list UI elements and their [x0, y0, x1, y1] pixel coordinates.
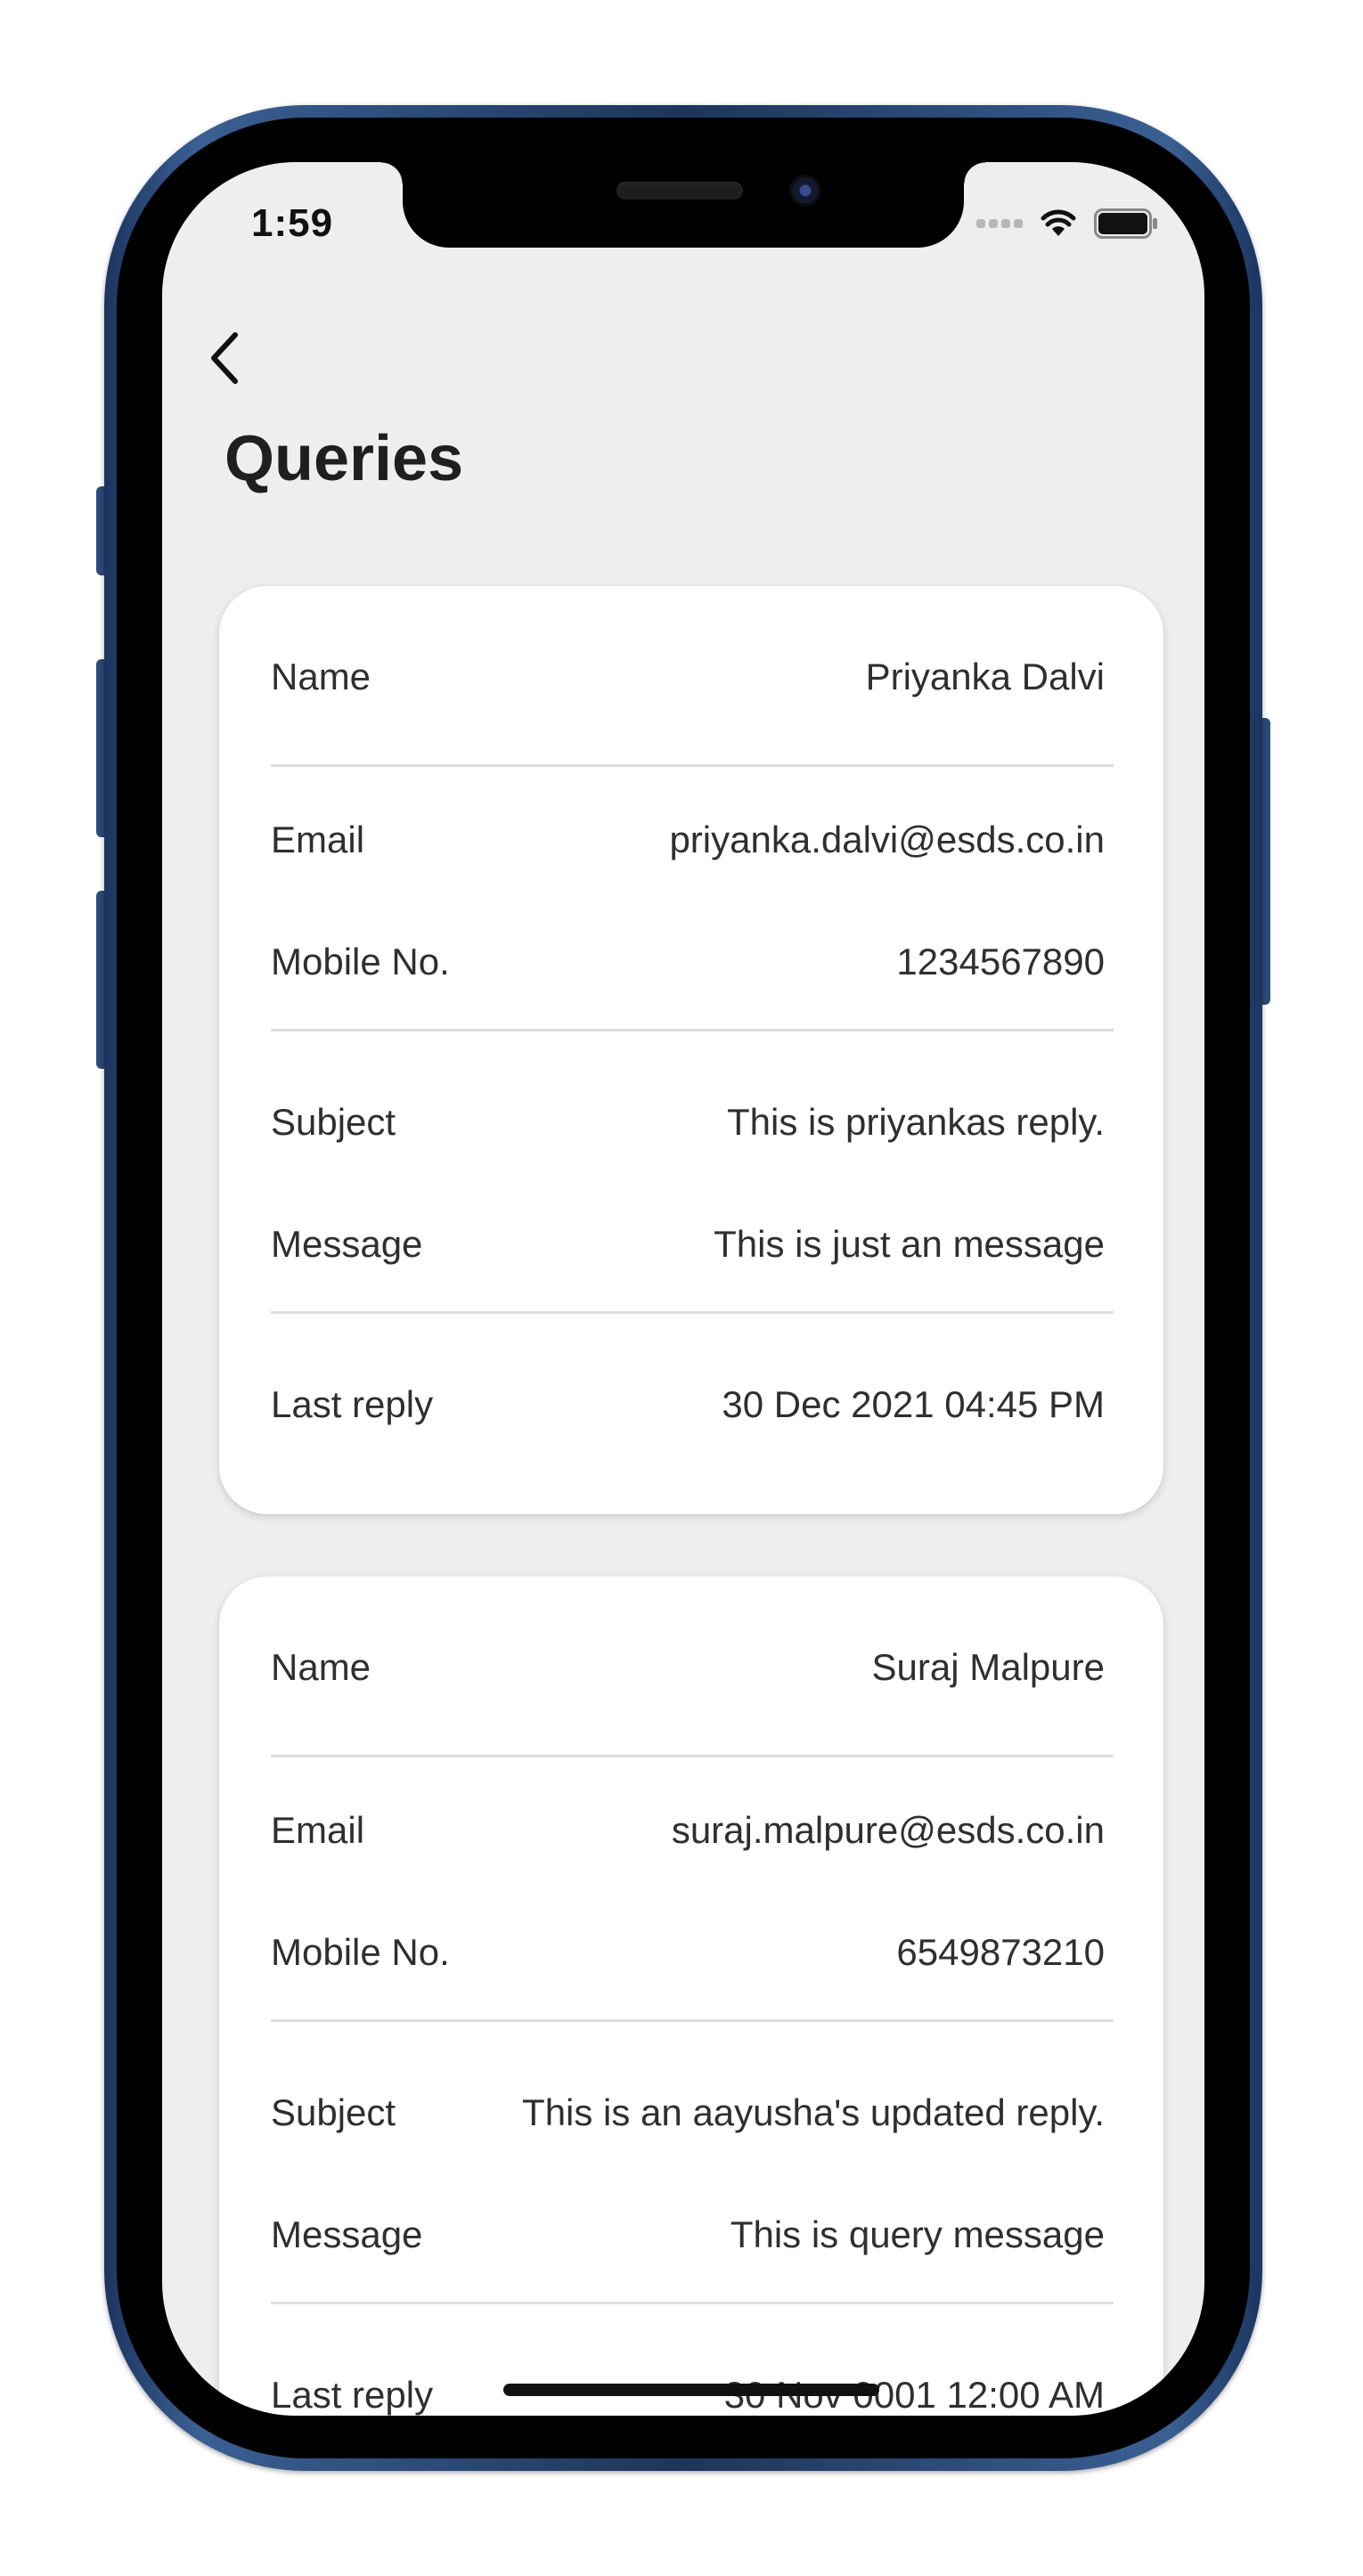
- name-value: Priyanka Dalvi: [865, 656, 1105, 697]
- name-label: Name: [271, 656, 371, 697]
- message-label: Message: [271, 1223, 423, 1265]
- name-label: Name: [271, 1646, 371, 1688]
- divider: [271, 2019, 1114, 2022]
- last-reply-value: 30 Dec 2021 04:45 PM: [722, 1383, 1105, 1425]
- wifi-icon: [1041, 209, 1076, 236]
- home-indicator[interactable]: [503, 2384, 879, 2396]
- front-camera: [789, 175, 821, 207]
- email-value: priyanka.dalvi@esds.co.in: [669, 819, 1105, 860]
- name-row: Name Suraj Malpure: [271, 1641, 1105, 1694]
- device-mockup: 1:59 Queries Name Priyanka Dalvi Email p…: [0, 0, 1363, 2576]
- notch: [381, 162, 985, 248]
- query-card[interactable]: Name Priyanka Dalvi Email priyanka.dalvi…: [219, 586, 1163, 1514]
- last-reply-label: Last reply: [271, 2374, 434, 2416]
- message-row: Message This is just an message: [271, 1218, 1105, 1271]
- last-reply-row: Last reply 30 Dec 2021 04:45 PM: [271, 1378, 1105, 1431]
- name-value: Suraj Malpure: [871, 1646, 1105, 1688]
- mobile-value: 1234567890: [896, 941, 1105, 982]
- email-label: Email: [271, 1809, 365, 1851]
- mobile-row: Mobile No. 6549873210: [271, 1926, 1105, 1979]
- message-label: Message: [271, 2213, 423, 2255]
- email-label: Email: [271, 819, 365, 860]
- divider: [271, 1311, 1114, 1314]
- earpiece-speaker: [616, 182, 743, 200]
- email-value: suraj.malpure@esds.co.in: [671, 1809, 1105, 1851]
- email-row: Email suraj.malpure@esds.co.in: [271, 1804, 1105, 1857]
- subject-row: Subject This is an aayusha's updated rep…: [271, 2086, 1105, 2140]
- chevron-left-icon: [211, 332, 238, 384]
- page-title: Queries: [224, 423, 464, 494]
- subject-label: Subject: [271, 2091, 396, 2133]
- phone-screen: 1:59 Queries Name Priyanka Dalvi Email p…: [162, 162, 1204, 2416]
- message-value: This is query message: [730, 2213, 1105, 2255]
- status-icons: [976, 208, 1158, 239]
- divider: [271, 1029, 1114, 1031]
- cellular-signal-icon: [976, 219, 1023, 228]
- message-row: Message This is query message: [271, 2208, 1105, 2262]
- message-value: This is just an message: [714, 1223, 1105, 1265]
- subject-value: This is an aayusha's updated reply.: [522, 2091, 1105, 2133]
- mobile-label: Mobile No.: [271, 941, 450, 982]
- battery-icon: [1094, 208, 1157, 239]
- mobile-value: 6549873210: [896, 1931, 1105, 1973]
- subject-value: This is priyankas reply.: [726, 1101, 1105, 1143]
- last-reply-label: Last reply: [271, 1383, 434, 1425]
- back-button[interactable]: [198, 322, 251, 394]
- email-row: Email priyanka.dalvi@esds.co.in: [271, 813, 1105, 867]
- subject-row: Subject This is priyankas reply.: [271, 1096, 1105, 1149]
- mobile-label: Mobile No.: [271, 1931, 450, 1973]
- divider: [271, 1755, 1114, 1757]
- divider: [271, 2302, 1114, 2304]
- query-card[interactable]: Name Suraj Malpure Email suraj.malpure@e…: [219, 1577, 1163, 2416]
- subject-label: Subject: [271, 1101, 396, 1143]
- name-row: Name Priyanka Dalvi: [271, 650, 1105, 704]
- mobile-row: Mobile No. 1234567890: [271, 935, 1105, 989]
- status-time: 1:59: [251, 201, 334, 245]
- divider: [271, 764, 1114, 767]
